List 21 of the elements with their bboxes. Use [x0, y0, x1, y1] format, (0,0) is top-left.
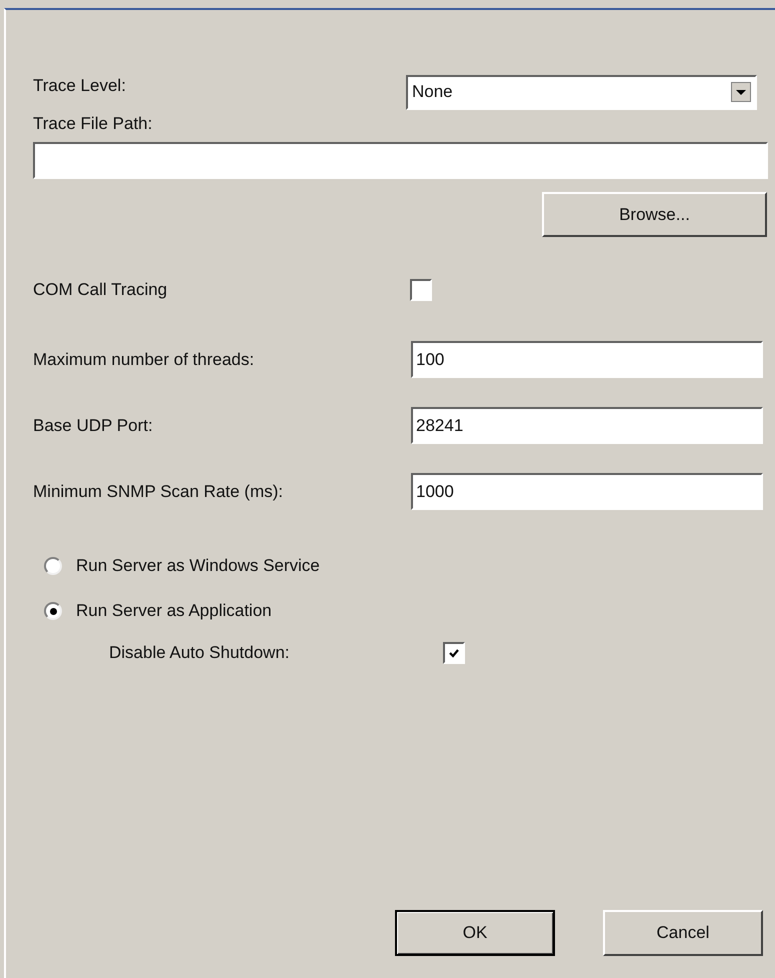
- field-label: Maximum number of threads:: [33, 350, 256, 370]
- browse-button[interactable]: Browse...: [542, 192, 767, 237]
- radio-button[interactable]: [44, 557, 62, 575]
- checkbox-label: COM Call Tracing: [33, 280, 168, 300]
- field-label: Minimum SNMP Scan Rate (ms):: [33, 482, 284, 502]
- input-field[interactable]: 100: [411, 341, 763, 378]
- field-label: Trace File Path:: [33, 114, 154, 134]
- ok-button[interactable]: OK: [395, 910, 555, 956]
- trace-level-dropdown[interactable]: None: [406, 74, 757, 110]
- radio-label: Run Server as Windows Service: [76, 556, 320, 576]
- field-label: Base UDP Port:: [33, 416, 154, 436]
- checkbox-label: Disable Auto Shutdown:: [109, 643, 291, 663]
- input-field[interactable]: 1000: [411, 473, 763, 510]
- cancel-button[interactable]: Cancel: [603, 910, 763, 956]
- radio-label: Run Server as Application: [76, 601, 272, 621]
- field-label: Trace Level:: [33, 76, 126, 96]
- radio-button[interactable]: [44, 602, 62, 620]
- checkbox[interactable]: [443, 642, 465, 664]
- checkbox[interactable]: [410, 279, 432, 301]
- input-field[interactable]: 28241: [411, 407, 763, 444]
- trace-file-path-field[interactable]: [33, 142, 768, 179]
